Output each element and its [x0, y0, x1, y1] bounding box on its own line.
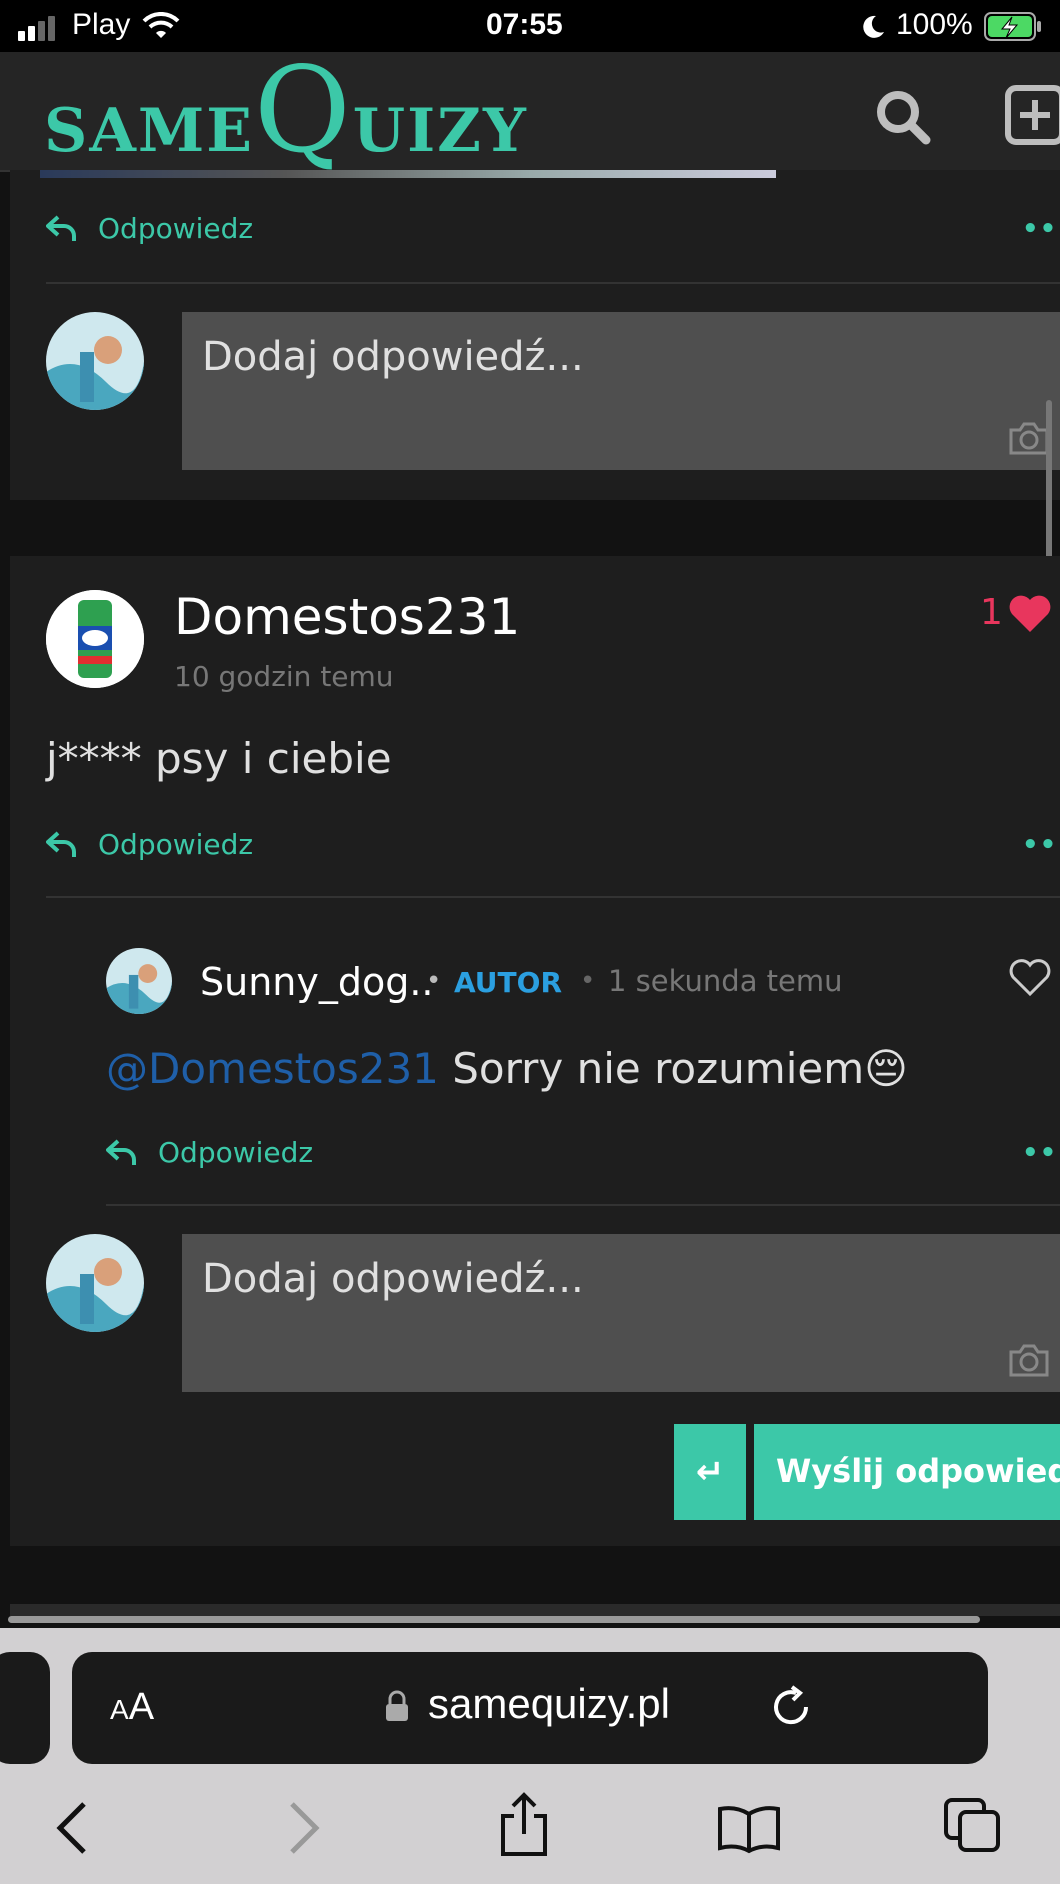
like-count: 1: [980, 592, 1003, 633]
browser-toolbar: AA samequizy.pl: [0, 1628, 1060, 1884]
separator-dot: •: [580, 966, 596, 996]
divider: [46, 896, 1060, 898]
reply-input-placeholder: Dodaj odpowiedź...: [202, 1256, 584, 1302]
reply-author[interactable]: Sunny_dog..: [200, 960, 434, 1004]
carrier-label: Play: [72, 8, 131, 41]
camera-icon[interactable]: [1008, 420, 1050, 456]
heart-filled-icon[interactable]: [1008, 594, 1052, 634]
reply-link[interactable]: Odpowiedz: [46, 828, 253, 861]
bookmarks-icon[interactable]: [716, 1804, 782, 1854]
clock: 07:55: [486, 8, 563, 41]
share-icon[interactable]: [498, 1792, 550, 1858]
reply-link[interactable]: Odpowiedz: [46, 212, 253, 245]
divider: [46, 282, 1060, 284]
comment-time: 10 godzin temu: [174, 660, 394, 693]
avatar: [46, 1234, 144, 1332]
reply-arrow-icon: [106, 1139, 136, 1165]
url-text: samequizy.pl: [428, 1680, 670, 1727]
enter-newline-button[interactable]: ↵: [674, 1424, 746, 1520]
address-bar[interactable]: AA samequizy.pl: [72, 1652, 988, 1764]
reply-arrow-icon: [46, 831, 76, 857]
reply-text: @Domestos231 Sorry nie rozumiem😔: [106, 1044, 908, 1093]
reply-input[interactable]: Dodaj odpowiedź...: [182, 1234, 1060, 1392]
more-options-icon[interactable]: •••: [1022, 830, 1060, 860]
image-fragment: [40, 170, 776, 178]
reply-input[interactable]: Dodaj odpowiedź...: [182, 312, 1060, 470]
status-bar: Play 07:55 100%: [0, 0, 1060, 52]
site-header: SAMEQUIZY: [0, 51, 1060, 172]
forward-icon[interactable]: [284, 1800, 324, 1856]
avatar: [46, 590, 144, 688]
samequizy-logo[interactable]: SAMEQUIZY: [44, 51, 528, 169]
reply-label: Odpowiedz: [98, 828, 254, 861]
previous-tab-preview[interactable]: [0, 1652, 50, 1764]
tabs-icon[interactable]: [942, 1796, 1004, 1856]
previous-comment-card: Odpowiedz ••• Dodaj odpowiedź...: [10, 170, 1060, 500]
separator-dot: •: [426, 966, 442, 996]
back-icon[interactable]: [52, 1800, 92, 1856]
battery-percent: 100%: [896, 8, 973, 41]
lock-icon: [386, 1690, 408, 1721]
reply-label: Odpowiedz: [98, 212, 254, 245]
comment-text: j**** psy i ciebie: [46, 734, 392, 783]
reply-arrow-icon: [46, 215, 76, 241]
send-reply-label: Wyślij odpowiedź: [776, 1452, 1060, 1490]
more-options-icon[interactable]: •••: [1022, 214, 1060, 244]
comment-author[interactable]: Domestos231: [174, 588, 520, 646]
horizontal-scroll-thumb[interactable]: [8, 1616, 980, 1623]
moon-icon: [863, 15, 884, 38]
page-divider: [10, 1604, 1060, 1616]
reply-body: Sorry nie rozumiem😔: [452, 1044, 908, 1093]
comment-card: Domestos231 10 godzin temu 1 j**** psy i…: [10, 556, 1060, 1546]
mention-link[interactable]: @Domestos231: [106, 1044, 439, 1093]
more-options-icon[interactable]: •••: [1022, 1138, 1060, 1168]
enter-icon: ↵: [695, 1452, 725, 1492]
reply-label: Odpowiedz: [158, 1136, 314, 1169]
reply-link[interactable]: Odpowiedz: [106, 1136, 313, 1169]
reply-input-placeholder: Dodaj odpowiedź...: [202, 334, 584, 380]
author-badge: AUTOR: [454, 966, 563, 999]
text-size-button[interactable]: AA: [110, 1686, 154, 1729]
camera-icon[interactable]: [1008, 1342, 1050, 1378]
battery-charging-icon: [984, 12, 1041, 41]
reload-icon[interactable]: [768, 1684, 814, 1730]
avatar: [46, 312, 144, 410]
divider: [106, 1204, 1060, 1206]
add-quiz-icon[interactable]: [1004, 84, 1060, 146]
avatar: [106, 948, 172, 1014]
reply-time: 1 sekunda temu: [608, 964, 843, 998]
search-icon[interactable]: [874, 88, 934, 148]
signal-icon: [18, 16, 58, 41]
heart-outline-icon[interactable]: [1008, 958, 1052, 998]
wifi-icon: [142, 12, 180, 38]
send-reply-button[interactable]: Wyślij odpowiedź: [754, 1424, 1060, 1520]
